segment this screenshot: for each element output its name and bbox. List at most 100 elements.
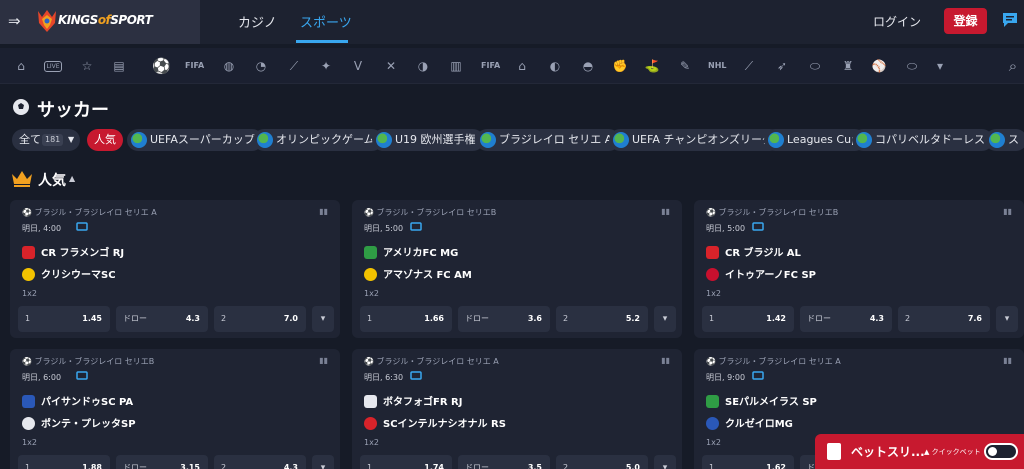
sports-icon-bar: ⌂ LIVE ☆ ▤ ⚽ FIFA ◍ ◔ ⟋ ✦ V ✕ ◑ ▥ FIFA ⌂ ◐ ◓ ✊ ⛳ ✎ NHL ⟋ ➶ ⬭ ♜ ⚾ ⬭ ▾…: [0, 48, 1024, 84]
team-badge-icon: [364, 268, 377, 281]
team-badge-icon: [706, 268, 719, 281]
stats-icon[interactable]: ▮▮: [661, 356, 670, 365]
match-card[interactable]: ⚽ ブラジル・ブラジレイロ セリエB ▮▮ 明日, 6:00 パイサンドゥSC PA ポ…: [10, 349, 340, 469]
stats-icon[interactable]: ▮▮: [661, 207, 670, 216]
market-label: 1x2: [706, 438, 721, 447]
live-icon[interactable]: LIVE: [44, 61, 62, 72]
match-card[interactable]: ⚽ ブラジル・ブラジレイロ セリエ A ▮▮ 明日, 4:00 CR フラメンゴ RJ…: [10, 200, 340, 338]
home-game-icon[interactable]: ⌂: [513, 57, 531, 75]
top-header: ⇒ KINGSofSPORT カジノ スポーツ ログイン 登録: [0, 0, 1024, 44]
golf-icon[interactable]: ⛳: [643, 57, 661, 75]
away-team: アマゾナス FC AM: [364, 266, 472, 281]
more-markets-chevron-icon[interactable]: ▾: [312, 455, 334, 469]
chat-icon[interactable]: [1002, 12, 1018, 28]
favorite-star-icon[interactable]: ☆: [78, 57, 96, 75]
market-label: 1x2: [706, 289, 721, 298]
more-markets-chevron-icon[interactable]: ▾: [654, 306, 676, 332]
filter-all-dropdown[interactable]: 全て 181 ▼: [12, 129, 80, 151]
volleyball-icon[interactable]: ◑: [414, 57, 432, 75]
tab-casino[interactable]: カジノ: [238, 12, 277, 31]
boxing-icon[interactable]: ✊: [611, 57, 629, 75]
odds-button-home[interactable]: 1 1.42: [702, 306, 794, 332]
login-button[interactable]: ログイン: [873, 13, 921, 30]
match-card[interactable]: ⚽ ブラジル・ブラジレイロ セリエ A ▮▮ 明日, 6:30 ボタフォゴFR RJ S…: [352, 349, 682, 469]
nhl-icon[interactable]: NHL: [708, 57, 727, 75]
home-team: ボタフォゴFR RJ: [364, 393, 462, 408]
odds-button-home[interactable]: 1 1.88: [18, 455, 110, 469]
darts-icon[interactable]: ➶: [773, 57, 791, 75]
filter-chip[interactable]: U19 欧州選手権: [372, 129, 484, 151]
stats-icon[interactable]: ▮▮: [319, 356, 328, 365]
collapse-caret-icon[interactable]: ▲: [69, 174, 75, 183]
more-markets-chevron-icon[interactable]: ▾: [654, 455, 676, 469]
valorant-icon[interactable]: V: [349, 57, 367, 75]
register-button[interactable]: 登録: [944, 8, 987, 34]
search-icon[interactable]: ⌕: [1004, 57, 1022, 75]
match-time: 明日, 5:00: [364, 224, 404, 233]
logo-text-of: of: [97, 13, 111, 27]
rugby-ball-icon[interactable]: ⬭: [903, 57, 921, 75]
fifa-icon[interactable]: FIFA: [185, 57, 204, 75]
dota-icon[interactable]: ✕: [382, 57, 400, 75]
betslip-list-icon[interactable]: ▤: [110, 57, 128, 75]
logo-text[interactable]: KINGSofSPORT: [58, 13, 153, 27]
away-team: クルゼイロMG: [706, 415, 793, 430]
stats-icon[interactable]: ▮▮: [319, 207, 328, 216]
home-icon[interactable]: ⌂: [12, 57, 30, 75]
baseball-icon[interactable]: ⚾: [870, 57, 888, 75]
hockey-icon[interactable]: ⟋: [285, 57, 303, 75]
match-card[interactable]: ⚽ ブラジル・ブラジレイロ セリエB ▮▮ 明日, 5:00 CR ブラジル AL イト…: [694, 200, 1024, 338]
soccer-icon[interactable]: ⚽: [152, 57, 171, 75]
odds-button-draw[interactable]: ドロー 3.5: [458, 455, 550, 469]
odds-button-draw[interactable]: ドロー 4.3: [116, 306, 208, 332]
filter-chip[interactable]: Leagues Cup: [764, 129, 867, 151]
away-team: クリシウーマSC: [22, 266, 116, 281]
filter-chip-label: UEFA チャンピオンズリーグ: [632, 133, 774, 146]
more-markets-chevron-icon[interactable]: ▾: [312, 306, 334, 332]
cs-icon[interactable]: ✦: [317, 57, 335, 75]
tennis-icon[interactable]: ◔: [252, 57, 270, 75]
basketball-icon[interactable]: ◍: [220, 57, 238, 75]
odds-button-away[interactable]: 2 5.2: [556, 306, 648, 332]
odds-button-home[interactable]: 1 1.66: [360, 306, 452, 332]
nba2k-icon[interactable]: ▥: [447, 57, 465, 75]
odds-button-draw[interactable]: ドロー 3.6: [458, 306, 550, 332]
quick-bet-toggle[interactable]: [984, 443, 1018, 460]
match-league: ⚽ ブラジル・ブラジレイロ セリエ A: [364, 357, 499, 366]
table-tennis-icon[interactable]: ◓: [579, 57, 597, 75]
filter-chip[interactable]: コパリベルタドーレス: [852, 129, 993, 151]
filter-chip[interactable]: オリンピックゲーム: [253, 129, 383, 151]
odds-button-home[interactable]: 1 1.62: [702, 455, 794, 469]
team-badge-icon: [22, 268, 35, 281]
odds-button-away[interactable]: 2 7.0: [214, 306, 306, 332]
odds-button-away[interactable]: 2 7.6: [898, 306, 990, 332]
more-chevron-icon[interactable]: ▾: [931, 57, 949, 75]
market-label: 1x2: [22, 289, 37, 298]
filter-chip[interactable]: UEFA チャンピオンズリーグ: [609, 129, 782, 151]
more-markets-chevron-icon[interactable]: ▾: [996, 306, 1018, 332]
odds-button-away[interactable]: 2 5.0: [556, 455, 648, 469]
match-card[interactable]: ⚽ ブラジル・ブラジレイロ セリエB ▮▮ 明日, 5:00 アメリカFC MG アマゾ…: [352, 200, 682, 338]
filter-chip[interactable]: UEFAスーパーカップ: [127, 129, 263, 151]
rugby-icon[interactable]: ◐: [546, 57, 564, 75]
tab-sports[interactable]: スポーツ: [300, 12, 352, 31]
filter-chip-label: Leagues Cup: [787, 133, 859, 146]
efifa-icon[interactable]: FIFA: [481, 57, 500, 75]
odds-button-home[interactable]: 1 1.45: [18, 306, 110, 332]
filter-chip[interactable]: ス: [985, 129, 1024, 151]
menu-expand-icon[interactable]: ⇒: [8, 12, 26, 30]
odds-button-away[interactable]: 2 4.3: [214, 455, 306, 469]
stats-icon[interactable]: ▮▮: [1003, 207, 1012, 216]
american-football-icon[interactable]: ⬭: [806, 57, 824, 75]
odds-button-home[interactable]: 1 1.74: [360, 455, 452, 469]
section-title-popular: 人気: [38, 173, 66, 189]
betslip-bar[interactable]: ベットスリ... ▲ クイックベット: [815, 434, 1024, 469]
badminton-icon[interactable]: ✎: [676, 57, 694, 75]
trophy-icon[interactable]: ♜: [839, 57, 857, 75]
stats-icon[interactable]: ▮▮: [1003, 356, 1012, 365]
filter-chip[interactable]: ブラジレイロ セリエ A: [476, 129, 621, 151]
odds-button-draw[interactable]: ドロー 4.3: [800, 306, 892, 332]
cricket-icon[interactable]: ⟋: [740, 57, 758, 75]
odds-button-draw[interactable]: ドロー 3.15: [116, 455, 208, 469]
filter-popular-chip[interactable]: 人気: [87, 129, 123, 151]
